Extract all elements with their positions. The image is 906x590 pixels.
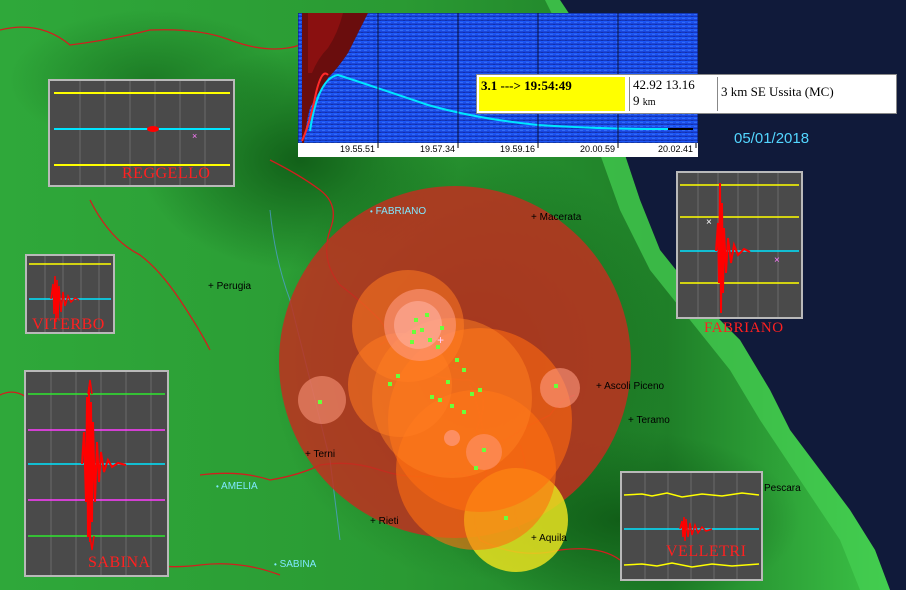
city-label-perugia: + Perugia	[208, 281, 252, 292]
station-panel-fabriano: × ×	[676, 171, 803, 319]
event-latlon: 42.92 13.16	[633, 77, 695, 92]
city-label-macerata: + Macerata	[531, 212, 582, 223]
last-event-cross: +	[437, 333, 444, 347]
station-label-reggello: REGGELLO	[122, 165, 211, 182]
city-label-terni: + Terni	[305, 449, 336, 460]
svg-text:×: ×	[774, 255, 780, 266]
time-tick: 19.57.34	[420, 144, 456, 154]
city-label-fabriano: • FABRIANO	[370, 206, 427, 217]
station-label-velletri: VELLETRI	[666, 543, 747, 560]
station-label-fabriano: FABRIANO	[704, 320, 784, 336]
city-label-sabina: • SABINA	[274, 559, 317, 570]
event-info-box: 3.1 ---> 19:54:49 42.92 13.16 9 km 3 km …	[476, 74, 897, 114]
event-coordinates: 42.92 13.16 9 km	[629, 77, 715, 111]
station-label-sabina: SABINA	[88, 554, 151, 571]
svg-text:×: ×	[706, 217, 712, 228]
time-tick: 20.00.59	[580, 144, 616, 154]
activity-circle	[444, 430, 460, 446]
activity-circle	[394, 301, 442, 349]
city-label-rieti: + Rieti	[370, 516, 399, 527]
depth-unit: km	[642, 97, 656, 108]
station-panel-velletri: VELLETRI	[620, 471, 763, 581]
event-date: 05/01/2018	[734, 130, 810, 147]
city-label-pescara: Pescara	[764, 483, 801, 494]
station-panel-viterbo: VITERBO	[25, 254, 115, 334]
activity-circle	[540, 368, 580, 408]
svg-text:×: ×	[192, 131, 197, 141]
city-label-amelia: • AMELIA	[216, 481, 258, 492]
city-label-aquila: + Aquila	[531, 533, 567, 544]
magnitude-time: 3.1 ---> 19:54:49	[479, 77, 625, 111]
station-panel-reggello: × REGGELLO	[48, 79, 235, 187]
city-label-teramo: + Teramo	[628, 415, 670, 426]
event-depth: 9 km	[633, 93, 715, 111]
station-panel-sabina: SABINA	[24, 370, 169, 577]
city-label-ascoli-piceno: + Ascoli Piceno	[596, 381, 665, 392]
time-tick: 19.59.16	[500, 144, 536, 154]
event-location: 3 km SE Ussita (MC)	[717, 77, 895, 111]
seismic-map-view: + • FABRIANO + Macerata + Perugia + Asco…	[0, 0, 906, 590]
depth-value: 9	[633, 93, 640, 108]
station-label-viterbo: VITERBO	[32, 316, 105, 333]
time-tick: 19.55.51	[340, 144, 376, 154]
time-tick: 20.02.41	[658, 144, 694, 154]
